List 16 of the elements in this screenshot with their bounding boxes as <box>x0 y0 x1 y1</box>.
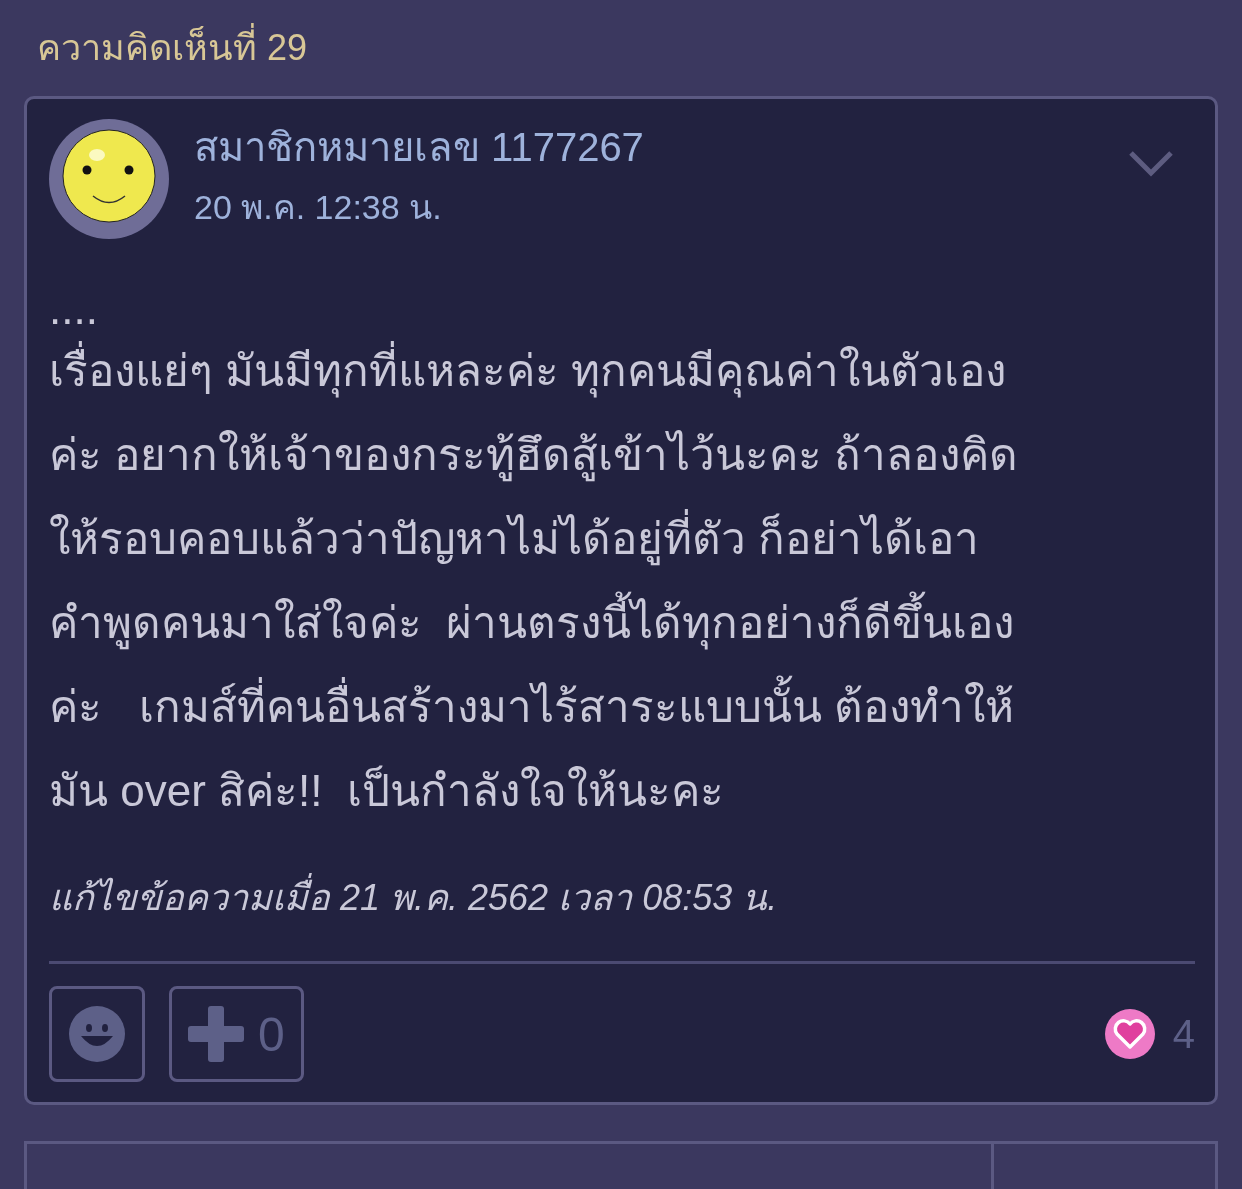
smiley-avatar-icon <box>49 119 169 239</box>
chevron-down-icon[interactable] <box>1127 149 1175 179</box>
comment-text: เรื่องแย่ๆ มันมีทุกที่แหละค่ะ ทุกคนมีคุณค่าในตัวเอง <box>49 329 1007 413</box>
comment-text: ค่ะ เกมส์ที่คนอื่นสร้างมาไร้สาระแบบนั้น ต้องทำให้ <box>49 665 1014 749</box>
post-time: 20 พ.ค. 12:38 น. <box>194 187 443 228</box>
comment-text: มัน over สิค่ะ!! เป็นกำลังใจให้นะคะ <box>49 764 724 817</box>
comment-text: คำพูดคนมาใส่ใจค่ะ ผ่านตรงนี้ได้ทุกอย่างก็ดีขึ้นเอง <box>49 581 1015 665</box>
comment-text: .... <box>49 289 98 329</box>
grinning-face-icon <box>69 1006 125 1062</box>
emoji-button[interactable] <box>49 986 145 1082</box>
plus-icon <box>188 1006 244 1062</box>
author-name[interactable]: สมาชิกหมายเลข 1177267 <box>194 123 1127 171</box>
comment-text: ให้รอบคอบแล้วว่าปัญหาไม่ได้อยู่ที่ตัว ก็อย่าได้เอา <box>49 497 980 581</box>
comment-text: ค่ะ อยากให้เจ้าของกระทู้ฮึดสู้เข้าไว้นะคะ ถ้าลองคิด <box>49 413 1019 497</box>
edited-note: แก้ไขข้อความเมื่อ 21 พ.ค. 2562 เวลา 08:53 น. <box>49 873 778 923</box>
like-count: 4 <box>1172 1011 1195 1057</box>
